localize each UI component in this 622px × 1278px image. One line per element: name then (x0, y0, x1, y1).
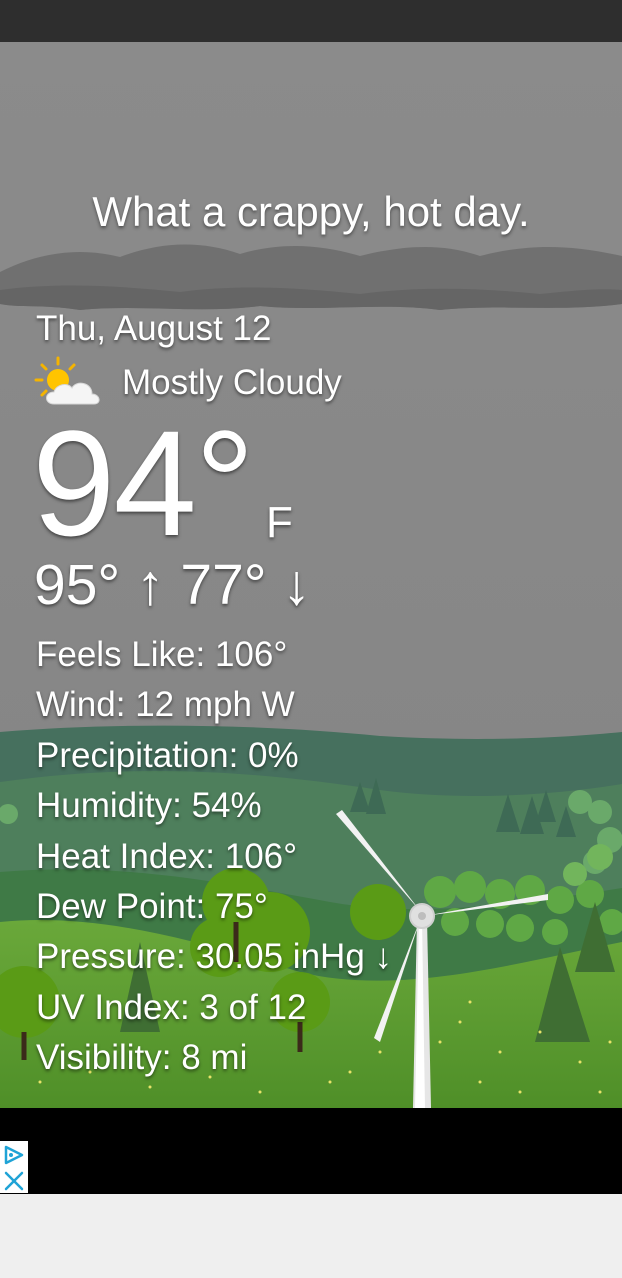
condition-text: Mostly Cloudy (122, 363, 342, 402)
heat-index: Heat Index: 106° (36, 836, 298, 876)
ad-banner[interactable] (0, 1108, 622, 1194)
current-temperature: 94° (32, 399, 255, 567)
wind: Wind: 12 mph W (36, 685, 295, 725)
dew-point: Dew Point: 75° (36, 887, 268, 927)
temperature-unit: F (266, 498, 293, 547)
high-low-temperature: 95° ↑ 77° ↓ (34, 553, 311, 617)
weather-panel: What a crappy, hot day. Thu, August 12 M… (0, 42, 622, 1108)
bottom-area (0, 1194, 622, 1278)
close-icon[interactable] (4, 1171, 24, 1191)
weather-date: Thu, August 12 (36, 309, 272, 348)
humidity: Humidity: 54% (36, 786, 262, 826)
feels-like: Feels Like: 106° (36, 635, 288, 674)
visibility: Visibility: 8 mi (36, 1038, 248, 1078)
uv-index: UV Index: 3 of 12 (36, 987, 307, 1027)
weather-details: Feels Like: 106° Wind: 12 mph W Precipit… (36, 630, 392, 1084)
ad-badge[interactable] (0, 1141, 28, 1193)
status-bar (0, 0, 622, 42)
weather-tagline: What a crappy, hot day. (92, 188, 530, 235)
adchoices-icon[interactable] (4, 1145, 24, 1165)
precipitation: Precipitation: 0% (36, 735, 299, 775)
pressure: Pressure: 30.05 inHg ↓ (36, 937, 393, 977)
